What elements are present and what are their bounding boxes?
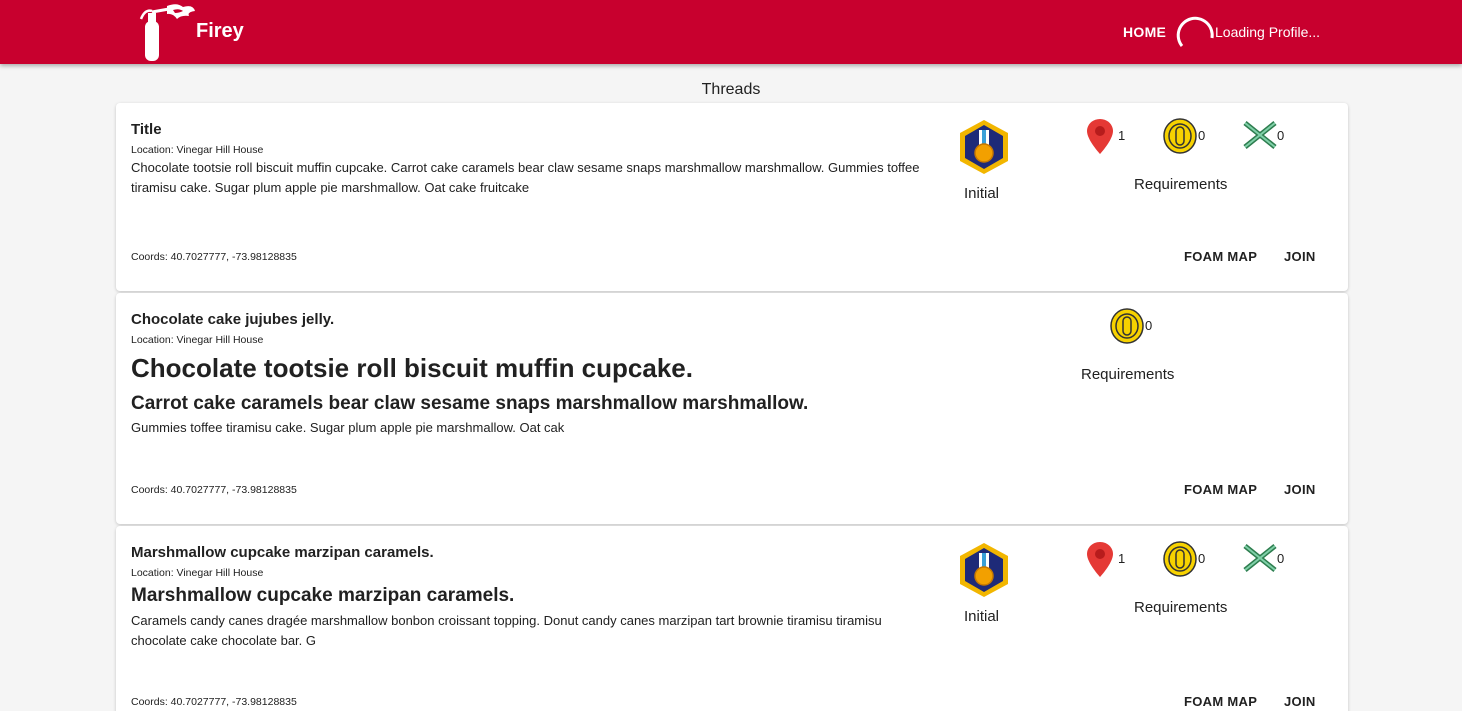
thread-description: Chocolate tootsie roll biscuit muffin cu… (131, 160, 920, 195)
profile-loading-text: Loading Profile... (1215, 24, 1321, 40)
medal-badge-icon (960, 120, 1008, 174)
thread-card: Marshmallow cupcake marzipan caramels. L… (116, 526, 1348, 711)
location-pin-icon (1087, 542, 1113, 577)
coin-icon (1163, 541, 1197, 577)
thread-location: Location: Vinegar Hill House (131, 567, 264, 579)
page-title: Threads (701, 81, 761, 98)
badge-label: Initial (964, 185, 1000, 202)
thread-heading-2: Marshmallow cupcake marzipan caramels. (131, 585, 515, 606)
medal-badge-icon (960, 543, 1008, 597)
thread-coords: Coords: 40.7027777, -73.98128835 (131, 251, 297, 263)
thread-coords: Coords: 40.7027777, -73.98128835 (131, 484, 297, 496)
coin-icon (1163, 118, 1197, 154)
thread-title: Marshmallow cupcake marzipan caramels. (131, 544, 434, 561)
coin-requirement-count: 0 (1145, 318, 1153, 333)
battle-requirement-count: 0 (1277, 128, 1285, 143)
home-nav-link[interactable]: HOME (1123, 24, 1166, 40)
location-pin-icon (1087, 119, 1113, 154)
requirements-label: Requirements (1134, 599, 1228, 616)
brand-title[interactable]: Firey (196, 20, 244, 43)
foam-map-button[interactable]: FOAM MAP (1184, 482, 1257, 497)
requirements-label: Requirements (1134, 176, 1228, 193)
location-requirement-count: 1 (1118, 128, 1126, 143)
thread-heading-1: Chocolate tootsie roll biscuit muffin cu… (131, 353, 693, 383)
badge-label: Initial (964, 608, 1000, 625)
thread-card: Chocolate cake jujubes jelly. Location: … (116, 293, 1348, 524)
thread-coords: Coords: 40.7027777, -73.98128835 (131, 696, 297, 708)
battle-requirement-count: 0 (1277, 551, 1285, 566)
coin-icon (1110, 308, 1144, 344)
crossed-swords-icon (1243, 544, 1277, 572)
thread-title: Title (131, 121, 162, 138)
thread-description: Gummies toffee tiramisu cake. Sugar plum… (131, 420, 565, 435)
thread-title: Chocolate cake jujubes jelly. (131, 311, 335, 328)
foam-map-button[interactable]: FOAM MAP (1184, 694, 1257, 709)
join-button[interactable]: JOIN (1284, 694, 1316, 709)
coin-requirement-count: 0 (1198, 551, 1206, 566)
requirements-label: Requirements (1081, 366, 1175, 383)
coin-requirement-count: 0 (1198, 128, 1206, 143)
join-button[interactable]: JOIN (1284, 482, 1316, 497)
app-bar: Firey HOME Loading Profile... (0, 0, 1462, 64)
thread-heading-2: Carrot cake caramels bear claw sesame sn… (131, 393, 809, 414)
foam-map-button[interactable]: FOAM MAP (1184, 249, 1257, 264)
loading-spinner-icon (1176, 16, 1214, 47)
join-button[interactable]: JOIN (1284, 249, 1316, 264)
thread-description: Caramels candy canes dragée marshmallow … (131, 613, 882, 648)
crossed-swords-icon (1243, 121, 1277, 149)
thread-location: Location: Vinegar Hill House (131, 144, 264, 156)
location-requirement-count: 1 (1118, 551, 1126, 566)
thread-card: Title Location: Vinegar Hill House Choco… (116, 103, 1348, 291)
thread-location: Location: Vinegar Hill House (131, 334, 264, 346)
fire-extinguisher-logo-icon[interactable] (137, 3, 195, 61)
